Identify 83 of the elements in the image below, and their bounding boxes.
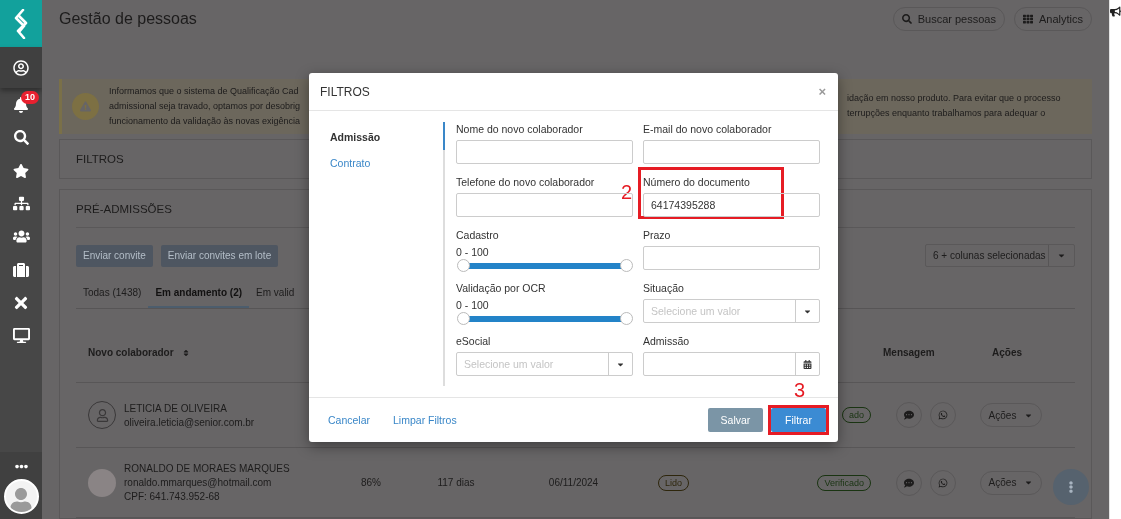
footer-link[interactable]: Limpar Filtros bbox=[393, 414, 457, 426]
save-button[interactable]: Salvar bbox=[708, 408, 763, 432]
field-label: Admissão bbox=[643, 334, 691, 348]
logo[interactable] bbox=[0, 0, 42, 47]
search-icon[interactable] bbox=[13, 130, 29, 145]
search-people-button[interactable]: Buscar pessoas bbox=[892, 7, 1005, 32]
page-title: Gestão de pessoas bbox=[59, 10, 197, 29]
person-name: LETICIA DE OLIVEIRA bbox=[124, 402, 228, 414]
highlight-box bbox=[768, 405, 829, 435]
text-field[interactable] bbox=[456, 140, 633, 164]
field-label: Validação por OCR bbox=[456, 281, 547, 295]
footer-link[interactable]: Cancelar bbox=[328, 414, 371, 426]
range-reading: 0 - 100 bbox=[456, 246, 490, 259]
field-label: Situação bbox=[643, 281, 685, 295]
date-field[interactable] bbox=[643, 352, 820, 376]
monitor-icon[interactable] bbox=[12, 327, 30, 344]
field-label: E-mail do novo colaborador bbox=[643, 122, 773, 136]
card-title: PRÉ-ADMISSÕES bbox=[76, 202, 172, 215]
sitemap-icon[interactable] bbox=[12, 195, 30, 212]
phone-chat-icon bbox=[937, 410, 948, 420]
chat-icon bbox=[903, 477, 914, 488]
person-name: RONALDO DE MORAES MARQUES bbox=[124, 463, 290, 474]
dialog-title: FILTROS bbox=[320, 84, 370, 99]
callout-number: 3 bbox=[794, 380, 806, 400]
alert-text: idação em nosso produto. Para evitar que o processo terrupções enquanto trabalhamos para adequar o bbox=[847, 92, 1062, 121]
caret-icon bbox=[1024, 478, 1034, 487]
calendar-icon bbox=[803, 359, 812, 369]
date-text: 06/11/2024 bbox=[548, 477, 599, 488]
field-label: Número do documento bbox=[643, 175, 751, 189]
tab[interactable]: Em andamento (2) bbox=[148, 279, 250, 308]
field-label: Nome do novo colaborador bbox=[456, 122, 584, 136]
active-indicator bbox=[443, 122, 445, 150]
search-icon bbox=[901, 14, 912, 25]
column-header: Mensagem bbox=[883, 347, 935, 358]
slider-handle[interactable] bbox=[620, 312, 633, 325]
photo-placeholder bbox=[88, 468, 116, 497]
tab[interactable]: Em valid bbox=[249, 279, 302, 308]
megaphone-icon[interactable] bbox=[1110, 6, 1121, 17]
column-header: Ações bbox=[992, 347, 1022, 358]
alert-text: Informamos que o sistema de Qualificação Cad admissional seja travado, optamos por desobrig funcionamento da validação às novas exigência bbox=[109, 84, 302, 128]
progress-text: 86% bbox=[361, 477, 381, 488]
tab[interactable]: Todas (1438) bbox=[76, 279, 149, 308]
warning-icon bbox=[72, 92, 99, 120]
range-slider[interactable] bbox=[456, 259, 633, 271]
callout-number: 2 bbox=[621, 182, 633, 202]
range-slider[interactable] bbox=[456, 312, 633, 324]
field-label: Prazo bbox=[643, 228, 672, 242]
field-label: eSocial bbox=[456, 334, 492, 348]
group-icon[interactable] bbox=[12, 228, 30, 245]
nav-item[interactable]: Admissão bbox=[330, 131, 443, 143]
columns-select[interactable]: 6 + colunas selecionadas bbox=[925, 244, 1075, 267]
phone-chat-icon bbox=[937, 477, 948, 488]
notification-badge: 10 bbox=[21, 91, 39, 104]
chat-icon bbox=[903, 410, 914, 420]
invite-button[interactable]: Enviar convites em lote bbox=[160, 244, 279, 267]
field-label: Telefone do novo colaborador bbox=[456, 175, 596, 189]
user-avatar[interactable] bbox=[3, 479, 39, 514]
bag-icon[interactable] bbox=[13, 261, 29, 278]
analytics-button[interactable]: Analytics bbox=[1013, 7, 1092, 32]
deadline-text: 117 dias bbox=[437, 477, 475, 488]
close-button[interactable]: × bbox=[816, 84, 828, 99]
person-email: ronaldo.mmarques@hotmail.com bbox=[124, 477, 273, 488]
field-label: Cadastro bbox=[456, 228, 500, 242]
text-field[interactable]: 64174395288 bbox=[643, 193, 820, 217]
slider-handle[interactable] bbox=[457, 312, 470, 325]
invite-button[interactable]: Enviar convite bbox=[76, 244, 153, 267]
caret-icon bbox=[1057, 251, 1066, 260]
text-field[interactable] bbox=[643, 246, 820, 270]
sort-icon[interactable] bbox=[181, 348, 190, 357]
person-email: oliveira.leticia@senior.com.br bbox=[124, 416, 255, 428]
range-reading: 0 - 100 bbox=[456, 299, 490, 312]
filter-button[interactable]: Filtrar bbox=[771, 408, 826, 432]
logo-icon bbox=[12, 8, 30, 39]
card-title: FILTROS bbox=[76, 153, 124, 165]
slider-handle[interactable] bbox=[620, 259, 633, 272]
text-field[interactable] bbox=[643, 140, 820, 164]
user-icon[interactable] bbox=[13, 59, 29, 76]
column-header[interactable]: Novo colaborador bbox=[88, 347, 174, 358]
slider-handle[interactable] bbox=[457, 259, 470, 272]
grid-icon bbox=[1022, 14, 1033, 25]
nav-item[interactable]: Contrato bbox=[330, 157, 443, 169]
star-icon[interactable] bbox=[13, 162, 29, 179]
person-cpf: CPF: 641.743.952-68 bbox=[124, 491, 221, 502]
